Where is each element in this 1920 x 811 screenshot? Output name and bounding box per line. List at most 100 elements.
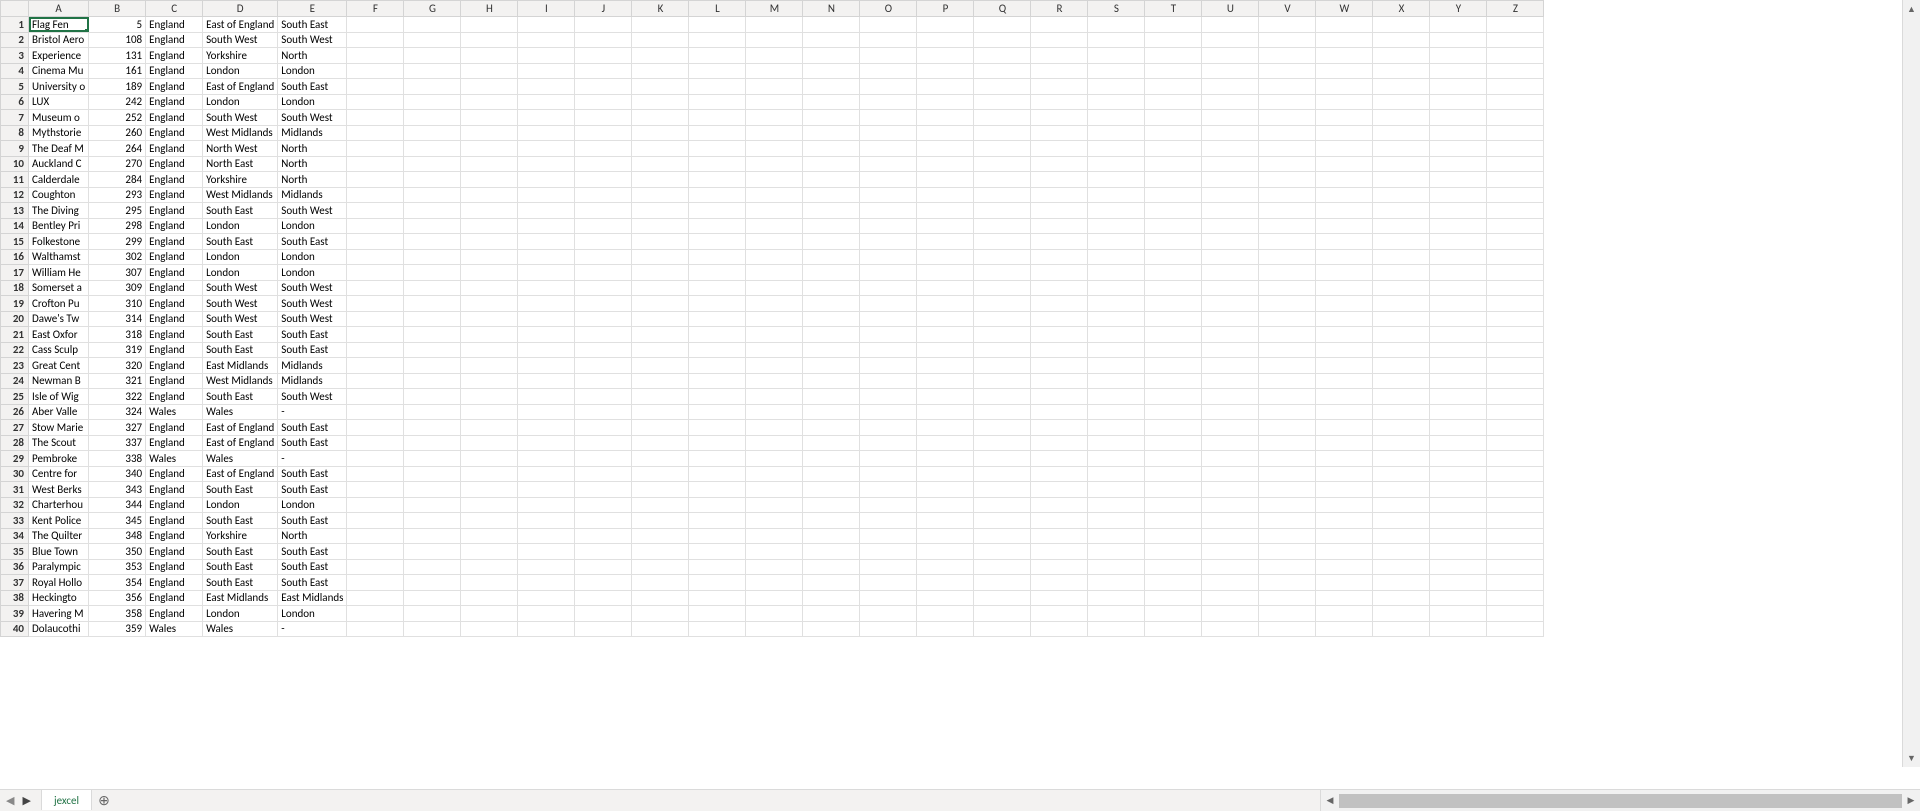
cell[interactable] [404,218,461,234]
cell[interactable] [746,482,803,498]
cell[interactable] [518,172,575,188]
cell[interactable] [1145,544,1202,560]
cell[interactable] [803,265,860,281]
cell[interactable] [1202,280,1259,296]
cell[interactable] [860,513,917,529]
cell[interactable] [1487,528,1544,544]
cell[interactable] [1088,156,1145,172]
cell[interactable] [632,373,689,389]
cell[interactable]: Calderdale [29,172,89,188]
cell[interactable] [689,606,746,622]
cell[interactable]: West Midlands [203,125,278,141]
cell[interactable]: 344 [89,497,146,513]
cell[interactable]: 345 [89,513,146,529]
cell[interactable]: 340 [89,466,146,482]
cell[interactable] [917,32,974,48]
cell[interactable]: Midlands [278,125,347,141]
cell[interactable]: Centre for [29,466,89,482]
cell[interactable] [803,110,860,126]
cell[interactable] [1373,497,1430,513]
cell[interactable] [1487,420,1544,436]
cell[interactable] [1316,32,1373,48]
cell[interactable]: South East [203,575,278,591]
cell[interactable] [1316,420,1373,436]
cell[interactable] [461,435,518,451]
cell[interactable] [575,249,632,265]
cell[interactable]: London [278,94,347,110]
cell[interactable] [746,311,803,327]
cell[interactable] [1259,497,1316,513]
cell[interactable] [974,32,1031,48]
cell[interactable] [917,528,974,544]
cell[interactable] [917,404,974,420]
cell[interactable] [347,373,404,389]
cell[interactable]: England [146,466,203,482]
cell[interactable] [689,172,746,188]
cell[interactable]: London [203,63,278,79]
cell[interactable] [1316,249,1373,265]
cell[interactable] [1088,94,1145,110]
cell[interactable]: South West [278,32,347,48]
scroll-down-button[interactable]: ▼ [1903,749,1920,767]
cell[interactable] [746,17,803,33]
cell[interactable] [1031,621,1088,637]
cell[interactable] [347,156,404,172]
cell[interactable] [1202,451,1259,467]
cell[interactable]: 302 [89,249,146,265]
cell[interactable] [974,249,1031,265]
cell[interactable]: Walthamst [29,249,89,265]
cell[interactable] [1259,249,1316,265]
cell[interactable]: South East [278,435,347,451]
cell[interactable] [1487,280,1544,296]
cell[interactable] [1145,296,1202,312]
nav-prev-icon[interactable]: ◀ [6,794,14,807]
cell[interactable] [1145,358,1202,374]
cell[interactable]: 327 [89,420,146,436]
cell[interactable] [632,125,689,141]
cell[interactable] [347,280,404,296]
cell[interactable] [1088,528,1145,544]
cell[interactable] [404,404,461,420]
cell[interactable]: East Midlands [203,590,278,606]
row-header[interactable]: 31 [1,482,29,498]
cell[interactable]: Charterhou [29,497,89,513]
cell[interactable] [1430,466,1487,482]
cell[interactable] [1487,544,1544,560]
cell[interactable] [632,203,689,219]
cell[interactable] [860,544,917,560]
cell[interactable] [1031,559,1088,575]
cell[interactable] [974,404,1031,420]
cell[interactable] [404,79,461,95]
cell[interactable] [1145,606,1202,622]
cell[interactable] [1316,575,1373,591]
cell[interactable] [461,575,518,591]
cell[interactable] [917,482,974,498]
cell[interactable] [404,32,461,48]
cell[interactable]: 161 [89,63,146,79]
cell[interactable] [1316,63,1373,79]
cell[interactable] [632,513,689,529]
cell[interactable] [974,575,1031,591]
cell[interactable] [1430,48,1487,64]
cell[interactable] [1088,590,1145,606]
cell[interactable] [1373,327,1430,343]
cell[interactable] [689,280,746,296]
row-header[interactable]: 13 [1,203,29,219]
cell[interactable]: London [278,606,347,622]
cell[interactable] [1145,79,1202,95]
cell[interactable] [974,48,1031,64]
cell[interactable] [689,466,746,482]
cell[interactable] [347,435,404,451]
cell[interactable] [518,358,575,374]
cell[interactable] [575,327,632,343]
cell[interactable] [1487,404,1544,420]
cell[interactable] [518,575,575,591]
column-header-K[interactable]: K [632,1,689,17]
cell[interactable] [461,544,518,560]
cell[interactable] [461,466,518,482]
cell[interactable] [404,296,461,312]
column-header-W[interactable]: W [1316,1,1373,17]
cell[interactable]: North [278,141,347,157]
cell[interactable] [917,172,974,188]
cell[interactable] [974,234,1031,250]
